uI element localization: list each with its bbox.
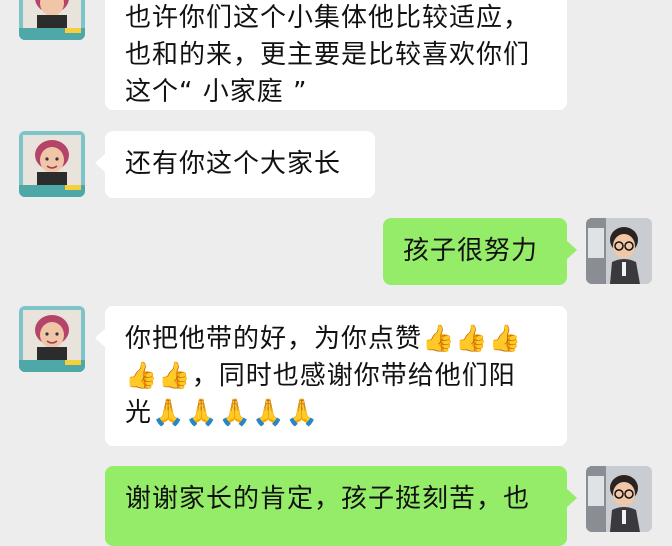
- bubble-tail: [95, 329, 105, 347]
- message-bubble[interactable]: 你把他带的好，为你点赞👍👍👍 👍👍，同时也感谢你带给他们阳 光🙏🙏🙏🙏🙏: [105, 306, 567, 446]
- avatar-parent[interactable]: [19, 131, 85, 197]
- woman-portrait-icon: [19, 131, 85, 197]
- child-with-glasses-icon: [586, 466, 652, 532]
- bubble-tail: [567, 241, 577, 259]
- message-text-line: 也许你们这个小集体他比较适应，: [125, 3, 531, 33]
- message-text-line: 👍👍，同时也感谢你带给他们阳: [125, 361, 516, 391]
- message-text-line: 孩子很努力: [403, 236, 539, 266]
- message-text-line: 还有你这个大家长: [125, 149, 342, 179]
- child-with-glasses-icon: [586, 218, 652, 284]
- message-bubble[interactable]: 孩子很努力: [383, 218, 567, 285]
- avatar-teacher[interactable]: [586, 218, 652, 284]
- message-text-line: 也和的来，更主要是比较喜欢你们: [125, 40, 531, 70]
- avatar-teacher[interactable]: [586, 466, 652, 532]
- message-bubble[interactable]: 谢谢家长的肯定，孩子挺刻苦，也: [105, 466, 567, 546]
- message-text-line: 光🙏🙏🙏🙏🙏: [125, 398, 319, 428]
- message-bubble[interactable]: 也许你们这个小集体他比较适应， 也和的来，更主要是比较喜欢你们 这个“ 小家庭 …: [105, 0, 567, 110]
- message-bubble[interactable]: 还有你这个大家长: [105, 131, 375, 198]
- avatar-parent[interactable]: [19, 0, 85, 40]
- bubble-tail: [95, 154, 105, 172]
- message-text-line: 你把他带的好，为你点赞👍👍👍: [125, 324, 523, 354]
- message-text-line: 这个“ 小家庭 ”: [125, 77, 308, 107]
- bubble-tail: [567, 489, 577, 507]
- message-text-line: 谢谢家长的肯定，孩子挺刻苦，也: [125, 484, 531, 514]
- avatar-parent[interactable]: [19, 306, 85, 372]
- woman-portrait-icon: [19, 306, 85, 372]
- woman-portrait-icon: [19, 0, 85, 40]
